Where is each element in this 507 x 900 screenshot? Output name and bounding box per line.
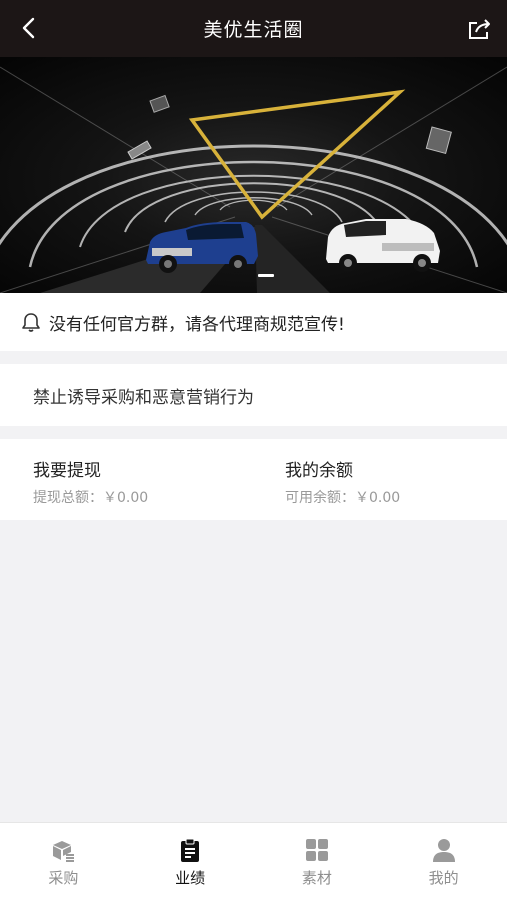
page-title: 美优生活圈 <box>203 19 304 41</box>
withdraw-section[interactable]: 我要提现 提现总额：￥0.00 <box>0 439 253 520</box>
user-icon <box>432 839 455 862</box>
tab-label: 素材 <box>301 869 332 887</box>
notice-bar: 没有任何官方群，请各代理商规范宣传! <box>0 293 507 351</box>
clipboard-icon <box>181 838 200 862</box>
grid-icon <box>305 839 328 861</box>
tab-performance[interactable]: 业绩 <box>127 823 254 900</box>
rule-card: 禁止诱导采购和恶意营销行为 <box>0 364 507 426</box>
bottom-tab-bar: 采购 业绩 素材 我的 <box>0 822 507 900</box>
balance-section[interactable]: 我的余额 可用余额：￥0.00 <box>253 439 506 520</box>
notice-text: 没有任何官方群，请各代理商规范宣传! <box>49 314 345 335</box>
tab-purchase[interactable]: 采购 <box>0 823 127 900</box>
tab-label: 我的 <box>428 869 459 887</box>
cube-icon <box>53 841 75 862</box>
chevron-left-icon <box>22 17 35 39</box>
bell-icon <box>22 313 40 332</box>
withdraw-label: 我要提现 <box>33 461 101 481</box>
finance-panel: 我要提现 提现总额：￥0.00 我的余额 可用余额：￥0.00 <box>0 439 507 520</box>
tab-label: 采购 <box>48 869 79 887</box>
banner-image <box>0 57 507 293</box>
withdraw-total: 提现总额：￥0.00 <box>33 490 149 506</box>
top-nav-bar: 美优生活圈 <box>0 0 507 57</box>
balance-available: 可用余额：￥0.00 <box>285 490 401 506</box>
tab-materials[interactable]: 素材 <box>254 823 381 900</box>
rule-text: 禁止诱导采购和恶意营销行为 <box>33 387 254 408</box>
balance-label: 我的余额 <box>285 461 353 481</box>
back-button[interactable] <box>14 14 42 42</box>
share-button[interactable] <box>465 14 495 44</box>
tab-mine[interactable]: 我的 <box>380 823 507 900</box>
carousel-indicator <box>258 274 274 277</box>
promo-banner[interactable] <box>0 57 507 293</box>
share-icon <box>469 19 490 39</box>
tab-label: 业绩 <box>175 869 206 887</box>
